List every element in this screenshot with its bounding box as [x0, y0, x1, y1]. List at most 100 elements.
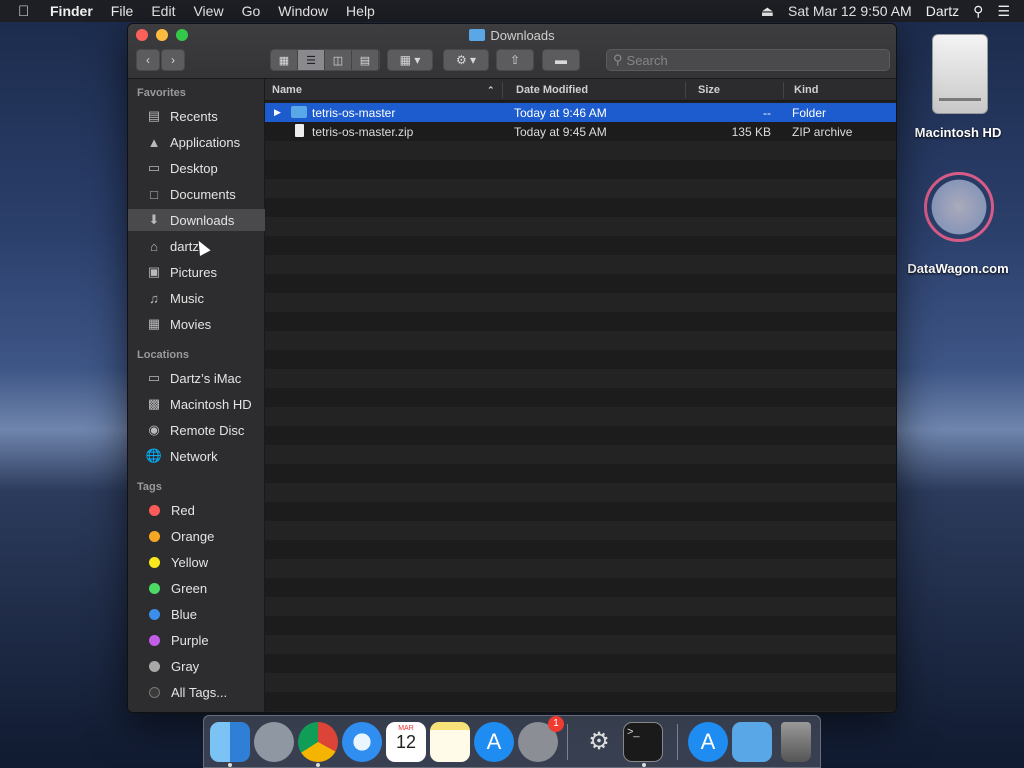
- sidebar-all-tags[interactable]: All Tags...: [128, 681, 265, 703]
- sidebar-item-label: Pictures: [170, 264, 217, 280]
- tag-color-dot: [149, 660, 160, 672]
- menu-window[interactable]: Window: [278, 3, 328, 19]
- apple-menu-icon[interactable]: : [18, 3, 40, 20]
- search-field[interactable]: ⚲: [606, 49, 890, 71]
- menu-edit[interactable]: Edit: [151, 3, 175, 19]
- hard-drive-icon: [932, 34, 988, 114]
- sidebar-tag-orange[interactable]: Orange: [128, 525, 265, 547]
- column-name[interactable]: Name: [272, 84, 302, 96]
- tag-color-dot: [149, 582, 160, 594]
- desktop-icon-label: Macintosh HD: [914, 125, 1002, 140]
- music-icon: ♫: [149, 290, 159, 306]
- icon-view-button[interactable]: ▦: [271, 50, 298, 70]
- file-kind: Folder: [792, 106, 827, 120]
- menubar-user[interactable]: Dartz: [926, 3, 959, 19]
- tag-color-dot: [149, 686, 160, 698]
- tag-color-dot: [149, 608, 160, 620]
- sidebar-item-applications[interactable]: ▲ Applications: [128, 131, 265, 153]
- spotlight-search-icon[interactable]: ⚲: [973, 3, 983, 20]
- sidebar-tag-gray[interactable]: Gray: [128, 655, 265, 677]
- menu-go[interactable]: Go: [242, 3, 261, 19]
- menubar-clock[interactable]: Sat Mar 12 9:50 AM: [788, 3, 912, 19]
- eject-icon[interactable]: ⏏: [761, 3, 774, 20]
- file-date: Today at 9:45 AM: [514, 125, 607, 139]
- tag-color-dot: [149, 530, 160, 542]
- sidebar-item-label: Remote Disc: [170, 422, 245, 438]
- tags-button[interactable]: ▬: [542, 49, 580, 71]
- back-button[interactable]: ‹: [136, 49, 160, 71]
- trash-icon[interactable]: [781, 722, 811, 762]
- sidebar-item-label: Yellow: [171, 554, 209, 570]
- chrome-icon[interactable]: [298, 722, 338, 762]
- menu-view[interactable]: View: [193, 3, 223, 19]
- column-date-modified[interactable]: Date Modified: [516, 84, 588, 96]
- terminal-icon[interactable]: >_: [623, 722, 663, 762]
- sidebar-item-recents[interactable]: ▤ Recents: [128, 105, 265, 127]
- disclosure-triangle-icon[interactable]: ▶: [274, 107, 281, 118]
- finder-icon[interactable]: [210, 722, 250, 762]
- menu-app-name[interactable]: Finder: [50, 3, 93, 19]
- sidebar-tag-green[interactable]: Green: [128, 577, 265, 599]
- sidebar-tag-yellow[interactable]: Yellow: [128, 551, 265, 573]
- forward-button[interactable]: ›: [161, 49, 185, 71]
- file-list: Name ⌃ Date Modified Size Kind ▶ tetris-…: [265, 79, 896, 712]
- calendar-icon[interactable]: MAR 12: [386, 722, 426, 762]
- system-preferences-icon[interactable]: 1: [518, 716, 564, 762]
- sidebar-tag-blue[interactable]: Blue: [128, 603, 265, 625]
- desktop-icon-label: DataWagon.com: [907, 261, 1009, 276]
- gallery-view-button[interactable]: ▤: [352, 50, 379, 70]
- desktop-icon-datawagon[interactable]: DataWagon.com: [903, 172, 1013, 282]
- tag-color-dot: [149, 634, 160, 646]
- column-view-button[interactable]: ◫: [325, 50, 352, 70]
- app-store-icon[interactable]: A: [474, 722, 514, 762]
- sidebar-item-imac[interactable]: ▭ Dartz’s iMac: [128, 367, 265, 389]
- desktop-icon-macintosh-hd[interactable]: Macintosh HD: [903, 34, 1013, 144]
- sidebar-item-label: Downloads: [170, 212, 235, 228]
- file-row[interactable]: ▶ tetris-os-master Today at 9:46 AM -- F…: [265, 103, 896, 122]
- file-rows: ▶ tetris-os-master Today at 9:46 AM -- F…: [265, 103, 896, 712]
- notification-center-icon[interactable]: ☰: [997, 3, 1010, 20]
- list-view-button[interactable]: ☰: [298, 50, 325, 70]
- file-row[interactable]: tetris-os-master.zip Today at 9:45 AM 13…: [265, 122, 896, 141]
- sidebar: Favorites ▤ Recents ▲ Applications ▭ Deskto…: [128, 79, 265, 712]
- finder-window: Downloads ‹ › ▦ ☰ ◫ ▤ ▦ ▾ ⚙ ▾ ⇧ ▬ ⚲ Favo…: [127, 23, 897, 713]
- tag-color-dot: [149, 556, 160, 568]
- action-menu-button[interactable]: ⚙ ▾: [443, 49, 489, 71]
- menu-file[interactable]: File: [111, 3, 134, 19]
- column-kind[interactable]: Kind: [794, 84, 818, 96]
- sidebar-item-desktop[interactable]: ▭ Desktop: [128, 157, 265, 179]
- dock: MAR 12 A 1 ⚙ >_ A: [203, 715, 821, 768]
- sidebar-item-label: Desktop: [170, 160, 218, 176]
- menu-bar:  Finder File Edit View Go Window Help ⏏…: [0, 0, 1024, 22]
- file-kind: ZIP archive: [792, 125, 853, 139]
- window-title: Downloads: [128, 28, 896, 43]
- sidebar-item-movies[interactable]: ▦ Movies: [128, 313, 265, 335]
- wireless-diagnostics-icon[interactable]: ⚙: [579, 722, 619, 762]
- sidebar-item-downloads[interactable]: ⬇ Downloads: [128, 209, 265, 231]
- column-size[interactable]: Size: [698, 84, 720, 96]
- sidebar-item-remote-disc[interactable]: ◉ Remote Disc: [128, 419, 265, 441]
- sidebar-item-pictures[interactable]: ▣ Pictures: [128, 261, 265, 283]
- sidebar-item-label: All Tags...: [171, 684, 228, 700]
- documents-icon: □: [150, 186, 158, 202]
- notes-icon[interactable]: [430, 722, 470, 762]
- menu-help[interactable]: Help: [346, 3, 375, 19]
- share-button[interactable]: ⇧: [496, 49, 534, 71]
- sidebar-tag-purple[interactable]: Purple: [128, 629, 265, 651]
- search-icon: ⚲: [613, 52, 623, 67]
- group-by-button[interactable]: ▦ ▾: [387, 49, 433, 71]
- sidebar-item-music[interactable]: ♫ Music: [128, 287, 265, 309]
- search-input[interactable]: [626, 52, 867, 68]
- tag-color-dot: [149, 504, 160, 516]
- sidebar-item-macintosh-hd[interactable]: ▩ Macintosh HD: [128, 393, 265, 415]
- folder-icon: [291, 106, 307, 118]
- sidebar-section-tags: Tags: [137, 481, 162, 493]
- sidebar-item-documents[interactable]: □ Documents: [128, 183, 265, 205]
- safari-icon[interactable]: [342, 722, 382, 762]
- sidebar-tag-red[interactable]: Red: [128, 499, 265, 521]
- applications-folder-icon[interactable]: A: [688, 722, 728, 762]
- launchpad-icon[interactable]: [254, 722, 294, 762]
- sidebar-item-network[interactable]: 🌐 Network: [128, 445, 265, 467]
- imac-icon: ▭: [147, 370, 161, 385]
- downloads-stack-icon[interactable]: [732, 722, 772, 762]
